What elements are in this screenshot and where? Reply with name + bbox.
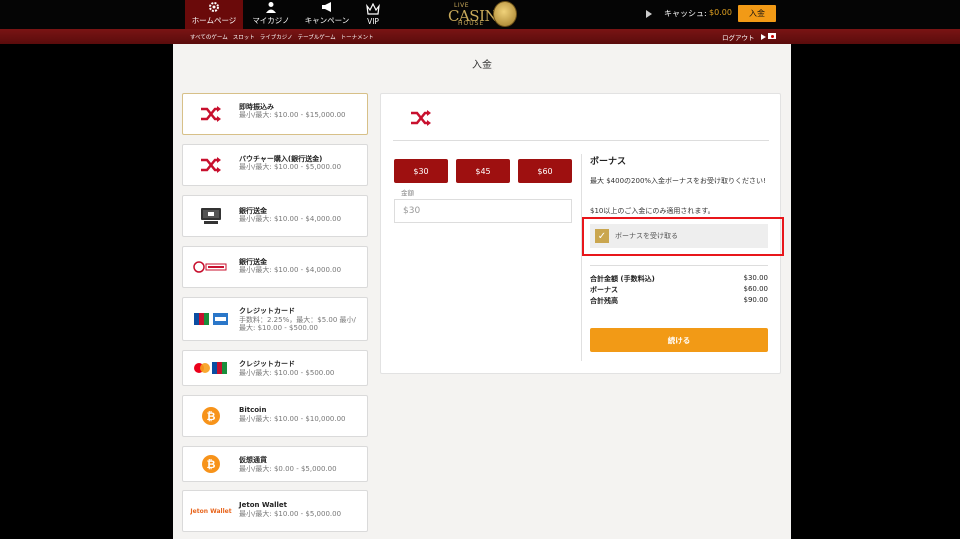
total-balance-value: $90.00	[743, 296, 769, 304]
shuffle-icon	[409, 108, 433, 128]
subnav-slots[interactable]: スロット	[233, 33, 255, 41]
logout-link[interactable]: ログアウト	[722, 32, 755, 42]
payment-method-credit-card-jcb-amex[interactable]: クレジットカード 手数料：2.25%，最大：$5.00 最小/最大: $10.0…	[182, 297, 368, 341]
subnav-tournaments[interactable]: トーナメント	[341, 33, 374, 41]
megaphone-icon	[320, 1, 334, 13]
bitcoin-icon: ₿	[193, 453, 229, 475]
shuffle-icon	[193, 154, 229, 176]
deposit-header-button[interactable]: 入金	[738, 5, 776, 22]
mastercard-jcb-icon	[193, 357, 229, 379]
subnav-live-casino[interactable]: ライブカジノ	[260, 33, 293, 41]
japan-flag-icon[interactable]	[768, 33, 776, 39]
column-divider	[581, 154, 582, 361]
method-limits: 最小/最大: $10.00 - $4,000.00	[239, 215, 342, 223]
logout-arrow-icon	[761, 34, 766, 40]
main-nav: ホームページ マイカジノ キャンペーン VIP	[185, 0, 391, 29]
total-balance-label: 合計残高	[590, 297, 618, 305]
nav-vip-label: VIP	[367, 17, 379, 26]
cash-balance: $0.00	[709, 8, 732, 17]
bonus-amount-label: ボーナス	[590, 286, 618, 294]
method-name: 仮想通貨	[239, 456, 267, 464]
game-category-nav: すべてのゲーム スロット ライブカジノ テーブルゲーム トーナメント	[190, 29, 374, 44]
method-name: クレジットカード	[239, 360, 295, 368]
svg-text:₿: ₿	[207, 458, 216, 471]
highlight-box	[582, 217, 784, 256]
bonus-amount-value: $60.00	[743, 285, 769, 293]
gear-icon	[207, 1, 221, 13]
play-icon[interactable]	[646, 10, 652, 18]
logo-house: HOUSE	[458, 20, 485, 27]
nav-my-casino[interactable]: マイカジノ	[243, 0, 299, 29]
bonus-title: ボーナス	[590, 157, 627, 167]
continue-button[interactable]: 続ける	[590, 328, 768, 352]
method-name: クレジットカード	[239, 307, 295, 315]
live-casino-house-logo[interactable]: LIVE CASIN HOUSE	[446, 1, 518, 28]
payment-method-voucher[interactable]: バウチャー購入(銀行送金) 最小/最大: $10.00 - $5,000.00	[182, 144, 368, 186]
panel-divider	[393, 140, 769, 141]
bank-transfer-logo-icon	[193, 256, 229, 278]
bank-terminal-icon	[193, 205, 229, 227]
cash-label: キャッシュ:	[664, 9, 707, 18]
totals-divider	[590, 265, 768, 266]
total-amount-value: $30.00	[743, 274, 769, 282]
bonus-minimum-note: $10以上のご入金にのみ適用されます。	[590, 207, 715, 215]
method-limits: 最小/最大: $10.00 - $4,000.00	[239, 266, 342, 274]
svg-text:₿: ₿	[207, 410, 216, 423]
nav-home-label: ホームページ	[191, 16, 237, 25]
total-amount-label: 合計金額 (手数料込)	[590, 275, 655, 283]
sub-nav-bar: すべてのゲーム スロット ライブカジノ テーブルゲーム トーナメント ログアウト	[0, 29, 960, 44]
method-limits: 手数料：2.25%，最大：$5.00 最小/最大: $10.00 - $500.…	[239, 316, 356, 332]
payment-method-crypto[interactable]: ₿ 仮想通貨 最小/最大: $0.00 - $5,000.00	[182, 446, 368, 482]
amount-label: 金額	[401, 189, 414, 197]
amount-button-45[interactable]: $45	[456, 159, 510, 183]
method-name: Jeton Wallet	[239, 501, 288, 509]
amount-button-30[interactable]: $30	[394, 159, 448, 183]
payment-method-bank-transfer-2[interactable]: 銀行送金 最小/最大: $10.00 - $4,000.00	[182, 246, 368, 288]
user-icon	[264, 1, 278, 13]
nav-my-casino-label: マイカジノ	[252, 16, 290, 25]
jcb-amex-icon	[193, 308, 229, 330]
nav-vip[interactable]: VIP	[355, 0, 391, 29]
logo-medal-icon	[493, 1, 517, 27]
method-limits: 最小/最大: $10.00 - $5,000.00	[239, 163, 342, 171]
crown-icon	[366, 3, 380, 15]
payment-method-instant-transfer[interactable]: 即時振込み 最小/最大: $10.00 - $15,000.00	[182, 93, 368, 135]
method-limits: 最小/最大: $10.00 - $5,000.00	[239, 510, 342, 518]
payment-method-bank-transfer[interactable]: 銀行送金 最小/最大: $10.00 - $4,000.00	[182, 195, 368, 237]
subnav-table-games[interactable]: テーブルゲーム	[298, 33, 336, 41]
amount-button-60[interactable]: $60	[518, 159, 572, 183]
bonus-description: 最大 $400の200%入金ボーナスをお受け取りください!	[590, 177, 766, 185]
method-limits: 最小/最大: $0.00 - $5,000.00	[239, 465, 337, 473]
method-name: Bitcoin	[239, 406, 267, 414]
method-limits: 最小/最大: $10.00 - $15,000.00	[239, 111, 346, 119]
method-limits: 最小/最大: $10.00 - $10,000.00	[239, 415, 346, 423]
jeton-wallet-logo-text: Jeton Wallet	[190, 507, 232, 515]
payment-method-jeton-wallet[interactable]: Jeton Wallet Jeton Wallet 最小/最大: $10.00 …	[182, 490, 368, 532]
jeton-wallet-icon: Jeton Wallet	[190, 500, 232, 522]
deposit-page: 入金 即時振込み 最小/最大: $10.00 - $15,000.00 バウチャ…	[173, 44, 791, 539]
subnav-all-games[interactable]: すべてのゲーム	[190, 33, 228, 41]
nav-campaign[interactable]: キャンペーン	[299, 0, 355, 29]
nav-home[interactable]: ホームページ	[185, 0, 243, 29]
nav-campaign-label: キャンペーン	[304, 16, 350, 25]
payment-method-bitcoin[interactable]: ₿ Bitcoin 最小/最大: $10.00 - $10,000.00	[182, 395, 368, 437]
bitcoin-icon: ₿	[193, 405, 229, 427]
payment-method-credit-card-mc-jcb[interactable]: クレジットカード 最小/最大: $10.00 - $500.00	[182, 350, 368, 386]
method-limits: 最小/最大: $10.00 - $500.00	[239, 369, 335, 377]
top-bar: ホームページ マイカジノ キャンペーン VIP LIVE CASIN HOUSE…	[0, 0, 960, 29]
shuffle-icon	[193, 103, 229, 125]
deposit-panel: $30 $45 $60 金額 ボーナス 最大 $400の200%入金ボーナスをお…	[380, 93, 784, 374]
amount-input[interactable]	[394, 199, 572, 223]
page-title: 入金	[472, 60, 492, 71]
